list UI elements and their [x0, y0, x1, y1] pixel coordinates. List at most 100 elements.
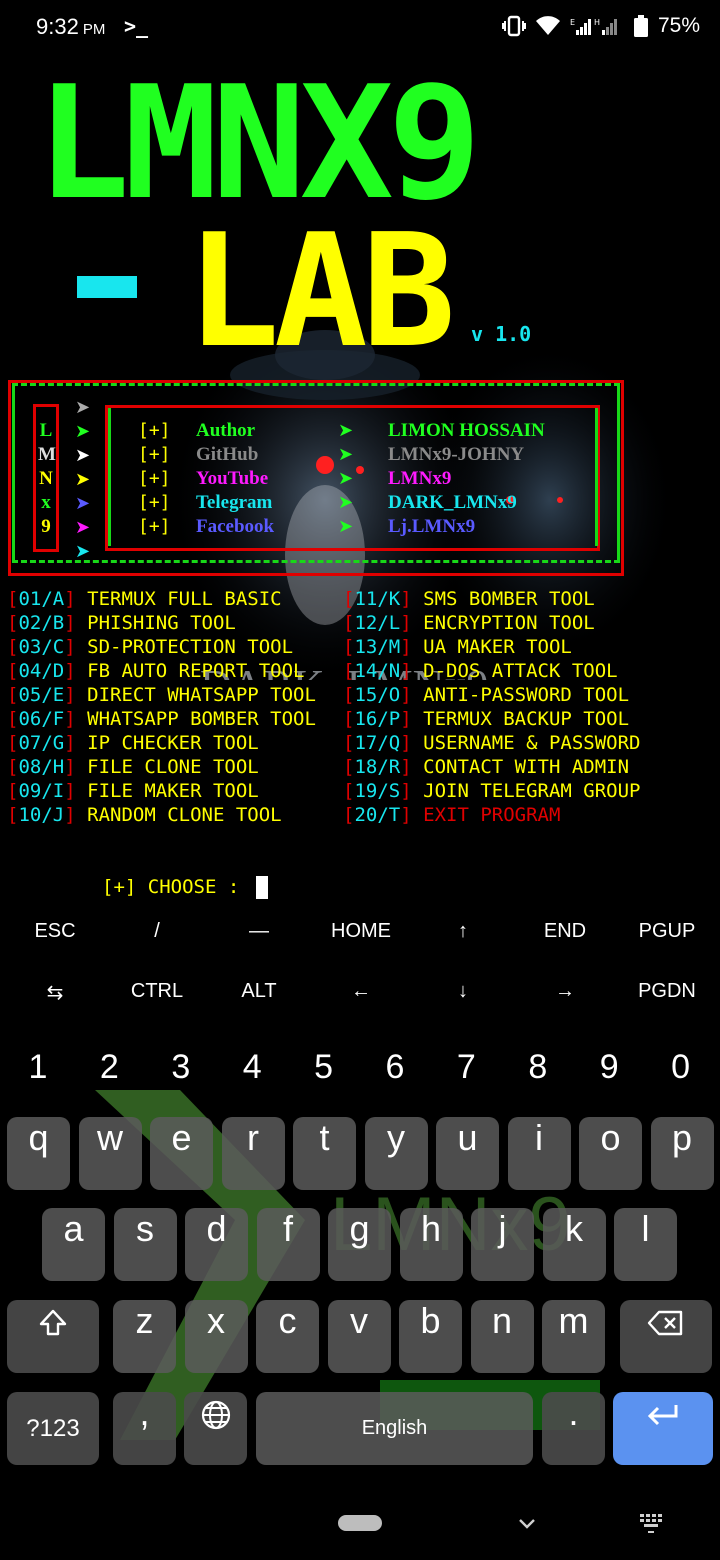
key-u[interactable]: u — [436, 1117, 499, 1190]
menu-bracket: ] — [400, 708, 412, 730]
key-y[interactable]: y — [364, 1117, 428, 1190]
menu-option-number: 07/G — [18, 732, 65, 754]
enter-key[interactable] — [613, 1392, 713, 1465]
menu-bracket: [ — [343, 780, 355, 802]
key-z[interactable]: z — [113, 1300, 176, 1373]
globe-icon — [201, 1401, 230, 1430]
key-e[interactable]: e — [150, 1117, 213, 1190]
menu-option[interactable]: [01/A] TERMUX FULL BASIC — [7, 587, 282, 611]
terminal-cursor[interactable] — [256, 876, 268, 899]
end-key[interactable]: END — [514, 920, 616, 970]
number-key-9[interactable]: 9 — [579, 1048, 639, 1098]
info-label: Facebook — [196, 516, 275, 537]
key-q[interactable]: q — [7, 1117, 70, 1190]
arrow-icon: ➤ — [338, 516, 354, 537]
left-arrow-key[interactable]: ← — [310, 980, 412, 1030]
menu-option-number: 17/Q — [354, 732, 401, 754]
key-j[interactable]: j — [471, 1208, 534, 1281]
dash-key[interactable]: — — [208, 920, 310, 970]
pgdn-key[interactable]: PGDN — [616, 980, 718, 1030]
key-l[interactable]: l — [614, 1208, 677, 1281]
up-arrow-key[interactable]: ↑ — [412, 920, 514, 970]
space-key[interactable]: English — [256, 1392, 533, 1465]
number-key-8[interactable]: 8 — [508, 1048, 568, 1098]
menu-option[interactable]: [15/O] ANTI-PASSWORD TOOL — [343, 683, 629, 707]
symbols-key[interactable]: ?123 — [7, 1392, 99, 1465]
menu-bracket: ] — [64, 756, 76, 778]
menu-option[interactable]: [08/H] FILE CLONE TOOL — [7, 755, 259, 779]
key-f[interactable]: f — [256, 1208, 320, 1281]
key-m[interactable]: m — [542, 1300, 605, 1373]
number-key-0[interactable]: 0 — [651, 1048, 711, 1098]
period-key[interactable]: . — [542, 1392, 605, 1465]
number-key-6[interactable]: 6 — [365, 1048, 425, 1098]
esc-key[interactable]: ESC — [4, 920, 106, 970]
number-key-4[interactable]: 4 — [222, 1048, 282, 1098]
side-letter: 9 — [41, 516, 51, 537]
key-p[interactable]: p — [650, 1117, 714, 1190]
side-letter: M — [38, 444, 56, 465]
tab-key[interactable]: ⇆ — [4, 980, 106, 1030]
menu-option[interactable]: [11/K] SMS BOMBER TOOL — [343, 587, 595, 611]
key-o[interactable]: o — [579, 1117, 642, 1190]
backspace-icon — [647, 1311, 683, 1336]
menu-bracket: ] — [400, 636, 412, 658]
menu-bracket: [ — [7, 804, 19, 826]
menu-option[interactable]: [20/T] EXIT PROGRAM — [343, 803, 560, 827]
menu-option[interactable]: [05/E] DIRECT WHATSAPP TOOL — [7, 683, 316, 707]
menu-option[interactable]: [02/B] PHISHING TOOL — [7, 611, 236, 635]
pgup-key[interactable]: PGUP — [616, 920, 718, 970]
number-key-1[interactable]: 1 — [8, 1048, 68, 1098]
backspace-key[interactable] — [620, 1300, 712, 1373]
key-g[interactable]: g — [328, 1208, 391, 1281]
language-key[interactable] — [184, 1392, 247, 1465]
menu-option[interactable]: [10/J] RANDOM CLONE TOOL — [7, 803, 282, 827]
number-key-7[interactable]: 7 — [436, 1048, 496, 1098]
menu-option[interactable]: [03/C] SD-PROTECTION TOOL — [7, 635, 293, 659]
menu-option[interactable]: [04/D] FB AUTO REPORT TOOL — [7, 659, 304, 683]
home-gesture-pill[interactable] — [338, 1515, 382, 1531]
number-key-3[interactable]: 3 — [151, 1048, 211, 1098]
key-t[interactable]: t — [293, 1117, 356, 1190]
menu-option[interactable]: [12/L] ENCRYPTION TOOL — [343, 611, 595, 635]
key-h[interactable]: h — [399, 1208, 463, 1281]
down-arrow-key[interactable]: ↓ — [412, 980, 514, 1030]
key-d[interactable]: d — [185, 1208, 248, 1281]
home-key[interactable]: HOME — [310, 920, 412, 970]
menu-option[interactable]: [16/P] TERMUX BACKUP TOOL — [343, 707, 629, 731]
key-w[interactable]: w — [78, 1117, 142, 1190]
key-v[interactable]: v — [327, 1300, 391, 1373]
menu-option[interactable]: [07/G] IP CHECKER TOOL — [7, 731, 259, 755]
menu-option[interactable]: [19/S] JOIN TELEGRAM GROUP — [343, 779, 640, 803]
key-r[interactable]: r — [221, 1117, 285, 1190]
key-i[interactable]: i — [507, 1117, 571, 1190]
shift-key[interactable] — [7, 1300, 99, 1373]
key-s[interactable]: s — [113, 1208, 177, 1281]
keyboard-switch-icon[interactable] — [638, 1510, 668, 1540]
menu-bracket: ] — [400, 804, 412, 826]
menu-option-label: UA MAKER TOOL — [423, 636, 572, 658]
key-b[interactable]: b — [399, 1300, 462, 1373]
number-key-2[interactable]: 2 — [79, 1048, 139, 1098]
menu-option[interactable]: [18/R] CONTACT WITH ADMIN — [343, 755, 629, 779]
menu-option[interactable]: [14/N] D-DOS ATTACK TOOL — [343, 659, 618, 683]
side-letter: x — [41, 492, 51, 513]
menu-option-label: FB AUTO REPORT TOOL — [87, 660, 305, 682]
key-k[interactable]: k — [542, 1208, 606, 1281]
comma-key[interactable]: , — [113, 1392, 176, 1465]
number-key-5[interactable]: 5 — [294, 1048, 354, 1098]
key-a[interactable]: a — [42, 1208, 105, 1281]
menu-option[interactable]: [06/F] WHATSAPP BOMBER TOOL — [7, 707, 316, 731]
ctrl-key[interactable]: CTRL — [106, 980, 208, 1030]
menu-option[interactable]: [13/M] UA MAKER TOOL — [343, 635, 572, 659]
hide-keyboard-icon[interactable] — [514, 1510, 540, 1540]
shift-icon — [39, 1310, 67, 1336]
key-n[interactable]: n — [470, 1300, 534, 1373]
menu-option[interactable]: [17/Q] USERNAME & PASSWORD — [343, 731, 640, 755]
key-c[interactable]: c — [256, 1300, 319, 1373]
menu-option[interactable]: [09/I] FILE MAKER TOOL — [7, 779, 259, 803]
right-arrow-key[interactable]: → — [514, 980, 616, 1030]
alt-key[interactable]: ALT — [208, 980, 310, 1030]
key-x[interactable]: x — [184, 1300, 248, 1373]
slash-key[interactable]: / — [106, 920, 208, 970]
